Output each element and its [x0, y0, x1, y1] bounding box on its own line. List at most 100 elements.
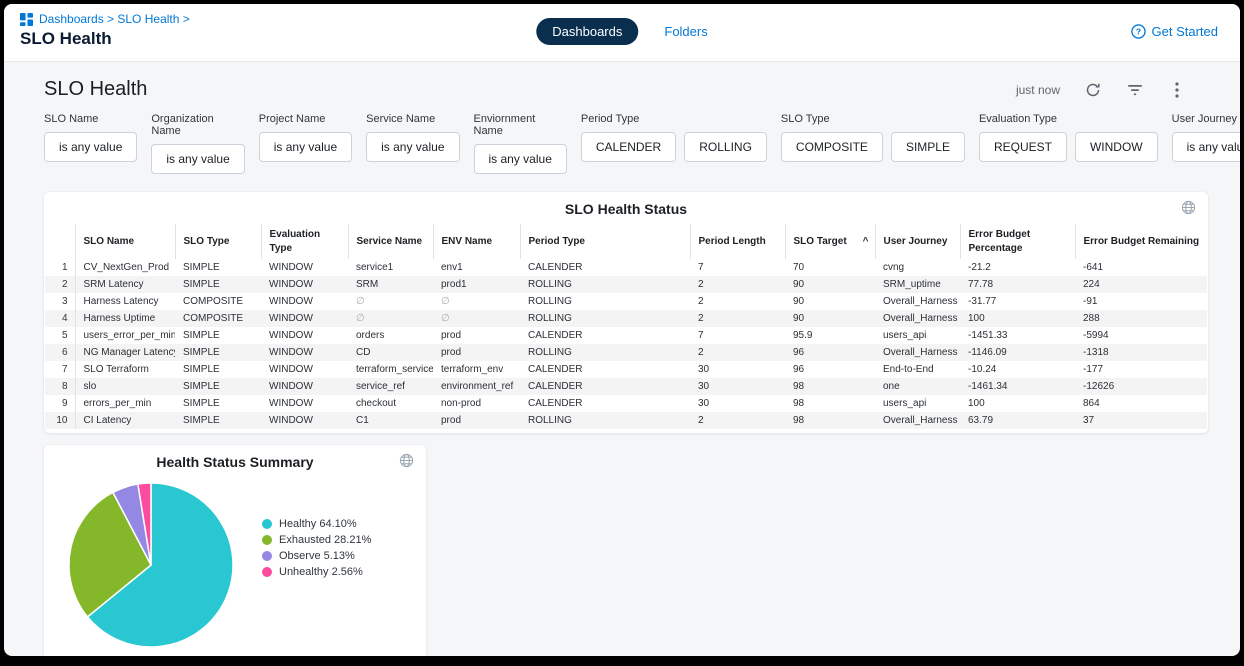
table-cell: End-to-End: [875, 361, 960, 378]
legend-label: Unhealthy 2.56%: [279, 566, 363, 578]
table-row[interactable]: 2SRM LatencySIMPLEWINDOWSRMprod1ROLLING2…: [45, 276, 1207, 293]
column-header-slo-target[interactable]: SLO Target^: [785, 224, 875, 259]
column-header-period-type[interactable]: Period Type: [520, 224, 690, 259]
globe-icon[interactable]: [1181, 200, 1196, 220]
pie-chart[interactable]: [62, 476, 240, 654]
filter-value-button[interactable]: CALENDER: [581, 132, 676, 162]
table-cell: -1451.33: [960, 327, 1075, 344]
table-row[interactable]: 7SLO TerraformSIMPLEWINDOWterraform_serv…: [45, 361, 1207, 378]
table-cell: 30: [690, 395, 785, 412]
kebab-menu-icon[interactable]: [1168, 81, 1186, 99]
pie-title: Health Status Summary: [44, 445, 426, 470]
table-row[interactable]: 3Harness LatencyCOMPOSITEWINDOW∅∅ROLLING…: [45, 293, 1207, 310]
table-cell: CI Latency: [75, 412, 175, 429]
table-cell: -5994: [1075, 327, 1207, 344]
column-header-error-budget-percentage[interactable]: Error Budget Percentage: [960, 224, 1075, 259]
legend-item-unhealthy[interactable]: Unhealthy 2.56%: [262, 566, 371, 578]
table-cell: checkout: [348, 395, 433, 412]
table-cell: SRM: [348, 276, 433, 293]
table-cell: 37: [1075, 412, 1207, 429]
filter-group-service-name: Service Nameis any value: [366, 113, 459, 174]
column-header-slo-type[interactable]: SLO Type: [175, 224, 261, 259]
table-cell: Overall_Harness: [875, 344, 960, 361]
table-cell: SIMPLE: [175, 378, 261, 395]
filter-value-button[interactable]: WINDOW: [1075, 132, 1158, 162]
table-cell: SIMPLE: [175, 259, 261, 276]
breadcrumb[interactable]: Dashboards > SLO Health >: [20, 12, 190, 26]
table-cell: Overall_Harness: [875, 293, 960, 310]
table-cell: 7: [690, 259, 785, 276]
table-cell: ROLLING: [520, 293, 690, 310]
page-title: SLO Health: [20, 29, 190, 49]
column-header-period-length[interactable]: Period Length: [690, 224, 785, 259]
filter-label: SLO Type: [781, 113, 965, 125]
table-cell: SIMPLE: [175, 344, 261, 361]
table-cell: 90: [785, 293, 875, 310]
pie-chart-body: Healthy 64.10% Exhausted 28.21% Observe 5.…: [44, 470, 426, 654]
filter-value-button[interactable]: is any value: [366, 132, 459, 162]
table-cell: NG Manager Latency: [75, 344, 175, 361]
table-row[interactable]: 1CV_NextGen_ProdSIMPLEWINDOWservice1env1…: [45, 259, 1207, 276]
table-cell: 98: [785, 378, 875, 395]
table-cell: -91: [1075, 293, 1207, 310]
filter-value-button[interactable]: ROLLING: [684, 132, 767, 162]
table-cell: SRM_uptime: [875, 276, 960, 293]
filter-value-button[interactable]: is any value: [259, 132, 352, 162]
column-header-error-budget-remaining[interactable]: Error Budget Remaining: [1075, 224, 1207, 259]
filter-value-button[interactable]: is any value: [151, 144, 244, 174]
filter-group-evaluation-type: Evaluation TypeREQUESTWINDOW: [979, 113, 1158, 174]
table-cell: SIMPLE: [175, 361, 261, 378]
breadcrumb-text[interactable]: Dashboards > SLO Health >: [39, 12, 190, 26]
table-row[interactable]: 9errors_per_minSIMPLEWINDOWcheckoutnon-p…: [45, 395, 1207, 412]
table-cell: CD: [348, 344, 433, 361]
row-number: 7: [45, 361, 75, 378]
table-cell: Overall_Harness: [875, 310, 960, 327]
table-cell: -12626: [1075, 378, 1207, 395]
filter-group-slo-name: SLO Nameis any value: [44, 113, 137, 174]
table-row[interactable]: 4Harness UptimeCOMPOSITEWINDOW∅∅ROLLING2…: [45, 310, 1207, 327]
filter-group-enviornment-name: Enviornment Nameis any value: [474, 113, 567, 174]
table-cell: ∅: [348, 310, 433, 327]
table-cell: -10.24: [960, 361, 1075, 378]
filter-icon[interactable]: [1126, 81, 1144, 99]
table-cell: orders: [348, 327, 433, 344]
table-row[interactable]: 5users_error_per_minSIMPLEWINDOWorderspr…: [45, 327, 1207, 344]
filter-group-slo-type: SLO Type COMPOSITE SIMPLE: [781, 113, 965, 174]
tab-folders[interactable]: Folders: [664, 24, 707, 39]
table-cell: 100: [960, 310, 1075, 327]
globe-icon[interactable]: [399, 453, 414, 473]
legend-item-exhausted[interactable]: Exhausted 28.21%: [262, 534, 371, 546]
svg-text:?: ?: [1135, 27, 1140, 37]
row-number-header: [45, 224, 75, 259]
last-updated-label: just now: [1016, 83, 1060, 97]
table-row[interactable]: 10CI LatencySIMPLEWINDOWC1prodROLLING298…: [45, 412, 1207, 429]
filter-value-button[interactable]: REQUEST: [979, 132, 1067, 162]
column-header-user-journey[interactable]: User Journey: [875, 224, 960, 259]
table-cell: 63.79: [960, 412, 1075, 429]
refresh-icon[interactable]: [1084, 81, 1102, 99]
legend-item-healthy[interactable]: Healthy 64.10%: [262, 518, 371, 530]
tab-dashboards[interactable]: Dashboards: [536, 18, 638, 45]
filter-value-button[interactable]: is any value: [44, 132, 137, 162]
table-cell: SIMPLE: [175, 276, 261, 293]
get-started-button[interactable]: ? Get Started: [1131, 24, 1218, 39]
column-header-evaluation-type[interactable]: Evaluation Type: [261, 224, 348, 259]
filter-value-button[interactable]: COMPOSITE: [781, 132, 883, 162]
column-header-env-name[interactable]: ENV Name: [433, 224, 520, 259]
table-row[interactable]: 6NG Manager LatencySIMPLEWINDOWCDprodROL…: [45, 344, 1207, 361]
filter-value-button[interactable]: is any value: [474, 144, 567, 174]
table-cell: 90: [785, 310, 875, 327]
column-header-service-name[interactable]: Service Name: [348, 224, 433, 259]
health-status-summary-card: Health Status Summary Healthy 64.10% Exha…: [44, 445, 426, 656]
table-cell: 95.9: [785, 327, 875, 344]
legend-label: Observe 5.13%: [279, 550, 355, 562]
table-cell: SLO Terraform: [75, 361, 175, 378]
legend-item-observe[interactable]: Observe 5.13%: [262, 550, 371, 562]
table-cell: 77.78: [960, 276, 1075, 293]
filter-value-button[interactable]: is any value: [1172, 132, 1240, 162]
table-cell: 98: [785, 395, 875, 412]
table-row[interactable]: 8sloSIMPLEWINDOWservice_refenvironment_r…: [45, 378, 1207, 395]
filter-value-button[interactable]: SIMPLE: [891, 132, 965, 162]
column-header-slo-name[interactable]: SLO Name: [75, 224, 175, 259]
row-number: 8: [45, 378, 75, 395]
